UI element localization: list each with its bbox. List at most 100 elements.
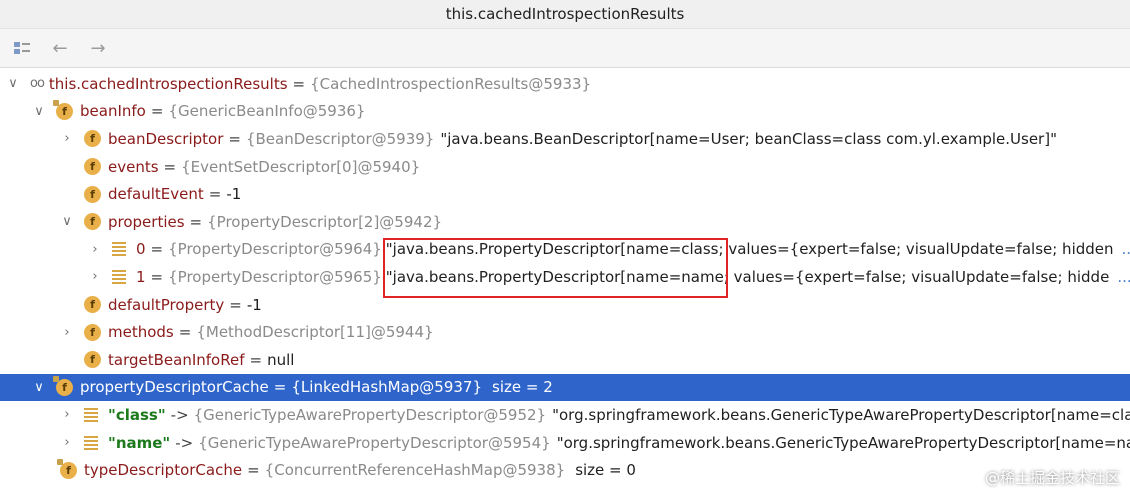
var-name: properties: [108, 212, 185, 231]
equals-sign: =: [163, 157, 177, 176]
equals-sign: =: [150, 267, 164, 286]
entry-key: "class": [108, 405, 166, 424]
arrow-left-icon[interactable]: ←: [48, 36, 72, 60]
array-element-icon: [112, 269, 126, 284]
var-name: 1: [136, 267, 146, 286]
var-value: "java.beans.PropertyDescriptor[name=name…: [385, 267, 1110, 286]
map-entry-icon: [84, 435, 98, 450]
var-name: propertyDescriptorCache: [80, 378, 269, 397]
chevron-right-icon[interactable]: ›: [88, 242, 102, 257]
var-value: -1: [226, 185, 242, 204]
var-type: {GenericBeanInfo@5936}: [168, 102, 366, 121]
equals-sign: =: [273, 378, 287, 397]
var-type: {PropertyDescriptor[2]@5942}: [207, 212, 443, 231]
var-name: beanInfo: [80, 102, 146, 121]
field-icon: f: [84, 323, 101, 341]
var-type: {CachedIntrospectionResults@5933}: [310, 74, 592, 93]
tree-row-property-0[interactable]: › 0 = {PropertyDescriptor@5964} "java.be…: [0, 236, 1130, 264]
tree-row-propertydescriptorcache[interactable]: ∨ f propertyDescriptorCache = {LinkedHas…: [0, 373, 1130, 402]
var-value: "java.beans.BeanDescriptor[name=User; be…: [440, 129, 1057, 148]
watch-icon: oo: [30, 76, 45, 92]
tree-row-defaultproperty[interactable]: f defaultProperty = -1: [0, 291, 1130, 319]
equals-sign: =: [229, 295, 242, 314]
var-name: methods: [108, 323, 174, 342]
tree-row-root[interactable]: ∨ oo this.cachedIntrospectionResults = {…: [0, 70, 1130, 98]
tree-row-methods[interactable]: › f methods = {MethodDescriptor[11]@5944…: [0, 318, 1130, 346]
var-value: "org.springframework.beans.GenericTypeAw…: [556, 433, 1130, 452]
tree-row-entry-name[interactable]: › "name" -> {GenericTypeAwarePropertyDes…: [0, 429, 1130, 457]
chevron-down-icon[interactable]: ∨: [60, 214, 74, 229]
var-name: this.cachedIntrospectionResults: [48, 74, 288, 93]
window-title-bar: this.cachedIntrospectionResults: [0, 0, 1130, 29]
tree-row-beandescriptor[interactable]: › f beanDescriptor = {BeanDescriptor@593…: [0, 125, 1130, 153]
view-link[interactable]: ... View: [1117, 268, 1130, 286]
equals-sign: =: [228, 129, 241, 148]
field-icon: f: [84, 158, 101, 176]
field-icon: f: [57, 458, 77, 479]
var-type: {GenericTypeAwarePropertyDescriptor@5952…: [193, 405, 547, 424]
equals-sign: =: [189, 212, 203, 231]
equals-sign: =: [178, 323, 192, 342]
field-icon: f: [53, 99, 73, 120]
equals-sign: =: [247, 461, 260, 480]
chevron-down-icon[interactable]: ∨: [6, 76, 20, 91]
var-name: targetBeanInfoRef: [108, 350, 245, 369]
map-arrow: ->: [170, 405, 189, 424]
var-value: null: [267, 350, 295, 369]
field-icon: f: [84, 296, 101, 314]
tree-row-events[interactable]: f events = {EventSetDescriptor[0]@5940}: [0, 153, 1130, 181]
chevron-right-icon[interactable]: ›: [60, 325, 74, 340]
var-name: defaultEvent: [108, 185, 204, 204]
var-value: "java.beans.PropertyDescriptor[name=clas…: [385, 240, 1114, 259]
map-arrow: ->: [175, 433, 194, 452]
var-type: {BeanDescriptor@5939}: [245, 129, 435, 148]
var-value: "org.springframework.beans.GenericTypeAw…: [552, 405, 1130, 424]
var-type: {LinkedHashMap@5937}: [291, 378, 483, 397]
tree-row-beaninfo[interactable]: ∨ f beanInfo = {GenericBeanInfo@5936}: [0, 98, 1130, 126]
equals-sign: =: [292, 74, 306, 93]
field-icon: f: [84, 185, 101, 203]
tree-row-targetbeaninforef[interactable]: f targetBeanInfoRef = null: [0, 346, 1130, 374]
field-icon: f: [53, 375, 73, 396]
tree-row-property-1[interactable]: › 1 = {PropertyDescriptor@5965} "java.be…: [0, 263, 1130, 291]
tree-row-entry-class[interactable]: › "class" -> {GenericTypeAwarePropertyDe…: [0, 401, 1130, 429]
var-name: 0: [136, 240, 146, 259]
field-icon: f: [84, 130, 101, 148]
equals-sign: =: [208, 185, 222, 204]
tree-row-properties[interactable]: ∨ f properties = {PropertyDescriptor[2]@…: [0, 208, 1130, 236]
var-type: {EventSetDescriptor[0]@5940}: [181, 157, 421, 176]
var-name: defaultProperty: [108, 295, 225, 314]
chevron-down-icon[interactable]: ∨: [32, 104, 46, 119]
tree-row-typedescriptorcache[interactable]: f typeDescriptorCache = {ConcurrentRefer…: [0, 456, 1130, 484]
array-element-icon: [112, 242, 126, 257]
chevron-down-icon[interactable]: ∨: [32, 380, 46, 395]
field-icon: f: [84, 213, 101, 231]
equals-sign: =: [150, 102, 164, 121]
var-name: typeDescriptorCache: [84, 461, 243, 480]
var-type: {PropertyDescriptor@5964}: [168, 240, 382, 259]
var-type: {GenericTypeAwarePropertyDescriptor@5954…: [198, 433, 551, 452]
chevron-right-icon[interactable]: ›: [60, 407, 74, 422]
map-entry-icon: [84, 407, 98, 422]
var-type: {ConcurrentReferenceHashMap@5938}: [264, 461, 566, 480]
chevron-right-icon[interactable]: ›: [88, 269, 102, 284]
tree-row-defaultevent[interactable]: f defaultEvent = -1: [0, 180, 1130, 208]
arrow-right-icon[interactable]: →: [86, 36, 110, 60]
entry-key: "name": [108, 433, 171, 452]
window-title: this.cachedIntrospectionResults: [445, 5, 685, 23]
chevron-right-icon[interactable]: ›: [60, 435, 74, 450]
toolbar: ← →: [0, 29, 1130, 68]
variables-tree: ∨ oo this.cachedIntrospectionResults = {…: [0, 70, 1130, 484]
var-size: size = 0: [575, 461, 636, 480]
var-value: -1: [246, 295, 262, 314]
equals-sign: =: [150, 240, 164, 259]
var-type: {PropertyDescriptor@5965}: [168, 267, 382, 286]
var-size: size = 2: [492, 378, 553, 397]
var-name: beanDescriptor: [108, 129, 224, 148]
var-type: {MethodDescriptor[11]@5944}: [196, 323, 434, 342]
view-link[interactable]: ... View: [1122, 240, 1130, 258]
watermark: @稀土掘金技术社区: [984, 469, 1120, 487]
equals-sign: =: [249, 350, 263, 369]
tree-view-icon[interactable]: [10, 36, 34, 60]
chevron-right-icon[interactable]: ›: [60, 131, 74, 146]
